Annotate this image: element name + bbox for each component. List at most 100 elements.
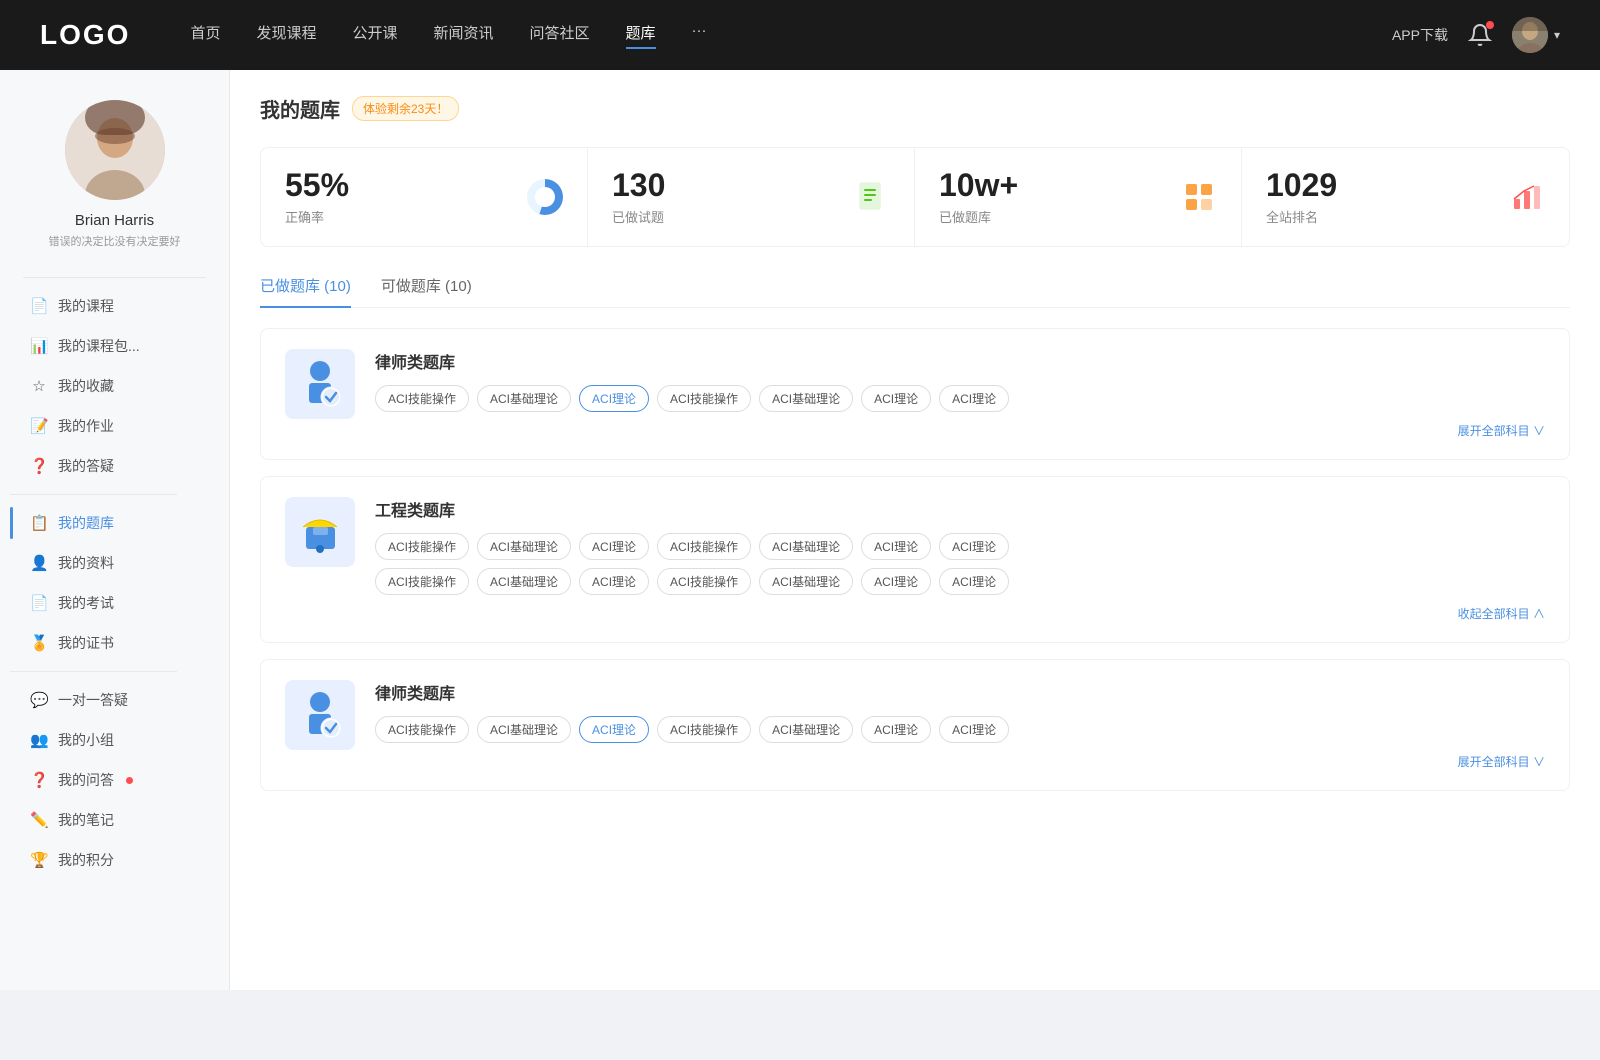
star-icon: ☆	[30, 377, 48, 395]
divider-mid1	[10, 494, 177, 495]
sidebar-item-notes[interactable]: ✏️ 我的笔记	[10, 800, 219, 840]
nav-qa[interactable]: 问答社区	[530, 22, 590, 49]
stat-done-banks: 10w+ 已做题库	[915, 148, 1242, 246]
collapse-label-engineer[interactable]: 收起全部科目 ∧	[1458, 605, 1545, 622]
stat-accuracy: 55% 正确率	[261, 148, 588, 246]
expand-label-lawyer-1[interactable]: 展开全部科目 ∨	[1458, 422, 1545, 439]
question-bank-tabs: 已做题库 (10) 可做题库 (10)	[260, 275, 1570, 308]
sidebar-item-group[interactable]: 👥 我的小组	[10, 720, 219, 760]
sidebar-item-questionbank[interactable]: 📋 我的题库	[10, 503, 219, 543]
sidebar-menu: 📄 我的课程 📊 我的课程包... ☆ 我的收藏 📝 我的作业 ❓ 我的答疑 �	[0, 286, 229, 880]
nav-discover[interactable]: 发现课程	[256, 22, 316, 49]
red-dot-badge	[126, 777, 133, 784]
stat-banks-value: 10w+	[939, 168, 1167, 203]
tag-l2-5[interactable]: ACI理论	[861, 716, 931, 743]
tag-l1-3[interactable]: ACI技能操作	[657, 385, 751, 412]
tag-e-6[interactable]: ACI理论	[939, 533, 1009, 560]
bar-stat-icon	[1509, 179, 1545, 215]
tag-e2-1[interactable]: ACI基础理论	[477, 568, 571, 595]
tag-e2-5[interactable]: ACI理论	[861, 568, 931, 595]
bank-title-lawyer-2: 律师类题库	[375, 680, 1545, 704]
stat-accuracy-label: 正确率	[285, 207, 513, 226]
sidebar-item-cert-label: 我的证书	[58, 633, 114, 653]
nav-more[interactable]: ···	[692, 22, 707, 49]
sidebar-item-homework[interactable]: 📝 我的作业	[10, 406, 219, 446]
sidebar-item-questionbank-label: 我的题库	[58, 513, 114, 533]
sidebar-item-exam-label: 我的考试	[58, 593, 114, 613]
tag-e2-3[interactable]: ACI技能操作	[657, 568, 751, 595]
tag-e-4[interactable]: ACI基础理论	[759, 533, 853, 560]
tag-e-5[interactable]: ACI理论	[861, 533, 931, 560]
tag-l2-1[interactable]: ACI基础理论	[477, 716, 571, 743]
course-icon: 📄	[30, 297, 48, 315]
tag-e2-6[interactable]: ACI理论	[939, 568, 1009, 595]
user-name: Brian Harris	[75, 212, 154, 229]
sidebar-item-1on1[interactable]: 💬 一对一答疑	[10, 680, 219, 720]
sidebar-item-package[interactable]: 📊 我的课程包...	[10, 326, 219, 366]
user-motto: 错误的决定比没有决定要好	[33, 233, 197, 249]
nav-home[interactable]: 首页	[190, 22, 220, 49]
tag-l1-2[interactable]: ACI理论	[579, 385, 649, 412]
stats-row: 55% 正确率 130 已做试题	[260, 147, 1570, 247]
tag-l2-2[interactable]: ACI理论	[579, 716, 649, 743]
stat-banks-label: 已做题库	[939, 207, 1167, 226]
user-avatar-wrapper[interactable]: ▾	[1512, 17, 1560, 53]
bank-content-lawyer-2: 律师类题库 ACI技能操作 ACI基础理论 ACI理论 ACI技能操作 ACI基…	[375, 680, 1545, 770]
tag-e2-4[interactable]: ACI基础理论	[759, 568, 853, 595]
1on1-icon: 💬	[30, 691, 48, 709]
tag-l1-4[interactable]: ACI基础理论	[759, 385, 853, 412]
sidebar-item-favorites-label: 我的收藏	[58, 376, 114, 396]
tag-e-2[interactable]: ACI理论	[579, 533, 649, 560]
stat-done-questions: 130 已做试题	[588, 148, 915, 246]
sidebar-item-questions[interactable]: ❓ 我的问答	[10, 760, 219, 800]
package-icon: 📊	[30, 337, 48, 355]
tag-l2-6[interactable]: ACI理论	[939, 716, 1009, 743]
stat-done-value: 130	[612, 168, 840, 203]
nav-open-course[interactable]: 公开课	[352, 22, 397, 49]
bank-icon-lawyer	[285, 349, 355, 419]
lawyer2-svg	[293, 688, 348, 743]
stat-rank: 1029 全站排名	[1242, 148, 1569, 246]
tag-e-1[interactable]: ACI基础理论	[477, 533, 571, 560]
nav-right: APP下载 ▾	[1392, 17, 1560, 53]
sidebar-item-exam[interactable]: 📄 我的考试	[10, 583, 219, 623]
tag-l2-0[interactable]: ACI技能操作	[375, 716, 469, 743]
tag-e-0[interactable]: ACI技能操作	[375, 533, 469, 560]
avatar-svg	[65, 100, 165, 200]
nav-news[interactable]: 新闻资讯	[434, 22, 494, 49]
chevron-down-icon: ▾	[1554, 28, 1560, 42]
tag-l1-5[interactable]: ACI理论	[861, 385, 931, 412]
bank-card-engineer: 工程类题库 ACI技能操作 ACI基础理论 ACI理论 ACI技能操作 ACI基…	[260, 476, 1570, 643]
tab-done[interactable]: 已做题库 (10)	[260, 275, 351, 308]
bank-card-lawyer-1: 律师类题库 ACI技能操作 ACI基础理论 ACI理论 ACI技能操作 ACI基…	[260, 328, 1570, 460]
tag-l1-1[interactable]: ACI基础理论	[477, 385, 571, 412]
sidebar-item-points[interactable]: 🏆 我的积分	[10, 840, 219, 880]
nav-links: 首页 发现课程 公开课 新闻资讯 问答社区 题库 ···	[190, 22, 1392, 49]
points-icon: 🏆	[30, 851, 48, 869]
tag-l2-4[interactable]: ACI基础理论	[759, 716, 853, 743]
tag-e2-0[interactable]: ACI技能操作	[375, 568, 469, 595]
app-download-link[interactable]: APP下载	[1392, 25, 1448, 45]
sidebar-item-profile[interactable]: 👤 我的资料	[10, 543, 219, 583]
sidebar-item-group-label: 我的小组	[58, 730, 114, 750]
sidebar-item-qa[interactable]: ❓ 我的答疑	[10, 446, 219, 486]
notification-bell[interactable]	[1468, 23, 1492, 47]
nav-questionbank[interactable]: 题库	[626, 22, 656, 49]
sidebar: Brian Harris 错误的决定比没有决定要好 📄 我的课程 📊 我的课程包…	[0, 70, 230, 990]
tag-e2-2[interactable]: ACI理论	[579, 568, 649, 595]
tag-l2-3[interactable]: ACI技能操作	[657, 716, 751, 743]
tab-available[interactable]: 可做题库 (10)	[381, 275, 472, 308]
tag-e-3[interactable]: ACI技能操作	[657, 533, 751, 560]
sidebar-item-course[interactable]: 📄 我的课程	[10, 286, 219, 326]
logo[interactable]: LOGO	[40, 19, 130, 51]
tag-l1-6[interactable]: ACI理论	[939, 385, 1009, 412]
grid-svg	[1183, 181, 1215, 213]
expand-label-lawyer-2[interactable]: 展开全部科目 ∨	[1458, 753, 1545, 770]
sidebar-item-qa-label: 我的答疑	[58, 456, 114, 476]
top-navigation: LOGO 首页 发现课程 公开课 新闻资讯 问答社区 题库 ··· APP下载	[0, 0, 1600, 70]
sidebar-item-favorites[interactable]: ☆ 我的收藏	[10, 366, 219, 406]
questions-icon: ❓	[30, 771, 48, 789]
tag-l1-0[interactable]: ACI技能操作	[375, 385, 469, 412]
sidebar-item-package-label: 我的课程包...	[58, 336, 140, 356]
sidebar-item-certificate[interactable]: 🏅 我的证书	[10, 623, 219, 663]
